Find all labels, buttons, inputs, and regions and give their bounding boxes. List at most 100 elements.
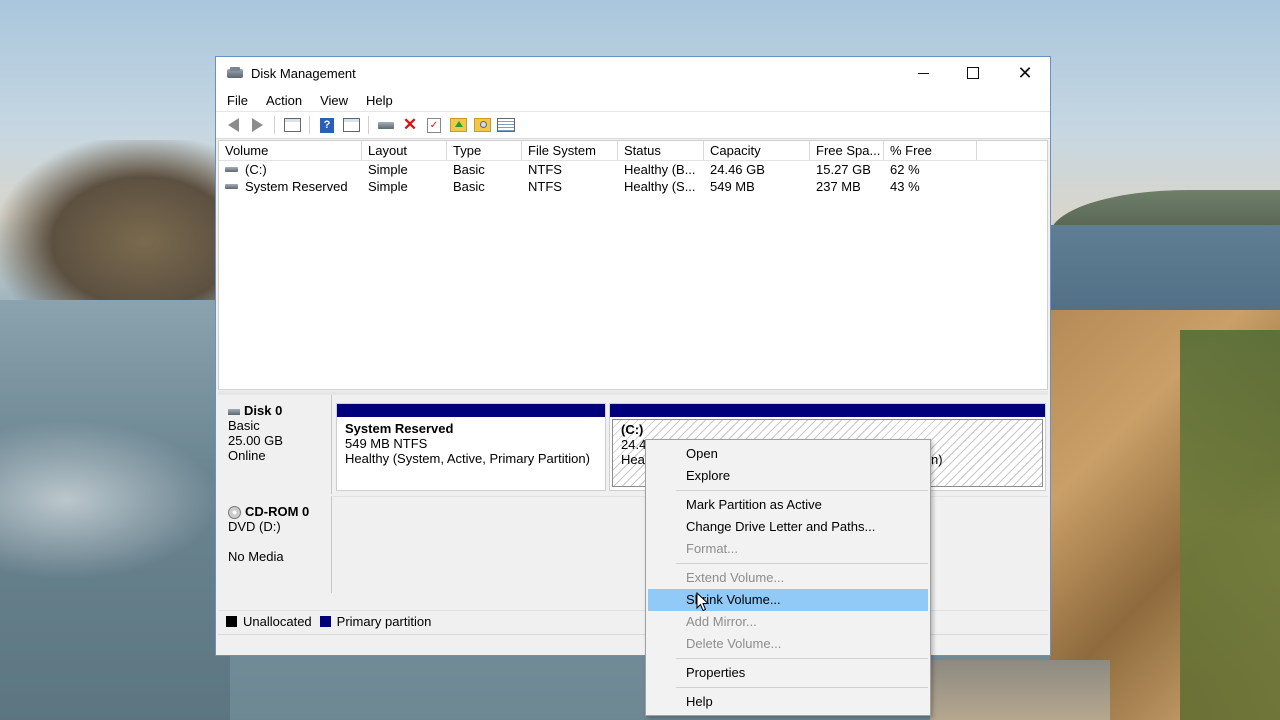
scenery-vegetation [1180,330,1280,720]
menu-item-mark-partition-active[interactable]: Mark Partition as Active [648,494,928,516]
cell-capacity: 549 MB [710,179,755,194]
partition-status-tail: n) [931,452,943,467]
table-row[interactable]: System Reserved Simple Basic NTFS Health… [219,178,1047,195]
cdrom-icon [228,506,241,520]
volume-list-header: Volume Layout Type File System Status Ca… [219,141,1047,161]
connect-drive-icon [378,121,394,129]
checkmark-icon: ✓ [427,117,441,133]
menu-separator [676,490,928,491]
cell-capacity: 24.46 GB [710,162,765,177]
column-header-layout[interactable]: Layout [362,141,447,160]
menu-item-change-drive-letter[interactable]: Change Drive Letter and Paths... [648,516,928,538]
menu-item-extend-volume: Extend Volume... [686,570,785,585]
column-header-capacity[interactable]: Capacity [704,141,810,160]
show-hide-console-tree-button[interactable] [283,116,301,134]
cdrom-0-type: DVD (D:) [228,519,281,535]
volume-list: Volume Layout Type File System Status Ca… [218,140,1048,390]
maximize-button[interactable] [950,57,996,89]
cell-layout: Simple [368,162,408,177]
menu-item-open[interactable]: Open [648,443,928,465]
cell-free-space: 237 MB [816,179,861,194]
cell-type: Basic [453,162,485,177]
disk-0-state: Online [228,448,266,463]
legend-unallocated: Unallocated [243,614,312,629]
column-header-volume[interactable]: Volume [219,141,362,160]
partition-context-menu: Open Explore Mark Partition as Active Ch… [645,439,931,716]
console-button[interactable] [342,116,360,134]
folder-search-icon [473,118,491,132]
folder-search-button[interactable] [473,116,491,134]
console-tree-icon [283,118,301,132]
menu-file[interactable]: File [216,93,255,108]
cdrom-0-name: CD-ROM 0 [245,504,310,519]
disk-0-size: 25.00 GB [228,433,283,448]
cell-volume: System Reserved [219,178,362,195]
cell-volume: (C:) [219,161,362,178]
connect-drive-button[interactable] [377,116,395,134]
toolbar-separator [274,116,275,134]
scenery-foam [0,420,220,580]
cell-file-system: NTFS [528,162,562,177]
cell-file-system: NTFS [528,179,562,194]
column-header-status[interactable]: Status [618,141,704,160]
menu-item-properties[interactable]: Properties [648,662,928,684]
minimize-button[interactable] [900,57,946,89]
disk-0-type: Basic [228,418,260,433]
title-bar[interactable]: Disk Management ✕ [216,57,1050,89]
menu-item-explore[interactable]: Explore [648,465,928,487]
cell-status: Healthy (B... [624,162,696,177]
delete-icon: ✕ [402,115,418,134]
close-button[interactable]: ✕ [1002,57,1048,89]
legend-primary-partition: Primary partition [336,614,432,629]
volume-name: System Reserved [245,179,348,194]
cell-free-space: 15.27 GB [816,162,871,177]
menu-item-shrink-volume[interactable]: Shrink Volume... [648,589,928,611]
back-button[interactable] [224,116,242,134]
toolbar-separator [368,116,369,134]
partition-system-reserved[interactable]: System Reserved 549 MB NTFS Healthy (Sys… [336,403,606,491]
partition-detail: 549 MB NTFS [345,436,428,451]
disk-0-name: Disk 0 [244,403,283,418]
partition-name: System Reserved [345,421,454,436]
table-row[interactable]: (C:) Simple Basic NTFS Healthy (B... 24.… [219,161,1047,178]
scenery-beach [930,660,1110,720]
maximize-icon [967,67,979,79]
primary-partition-swatch [319,616,331,627]
folder-up-button[interactable] [449,116,467,134]
column-header-file-system[interactable]: File System [522,141,618,160]
back-arrow-icon [227,118,239,132]
disk-0-label[interactable]: Disk 0 Basic 25.00 GB Online [218,395,332,494]
menu-item-format: Format... [686,541,739,556]
disk-icon [228,408,240,415]
column-header-type[interactable]: Type [447,141,522,160]
cell-percent-free: 43 % [890,179,920,194]
list-view-button[interactable] [497,116,515,134]
folder-up-icon [449,118,467,132]
menu-action[interactable]: Action [255,93,309,108]
list-view-icon [497,118,515,132]
cdrom-0-state: No Media [228,549,284,565]
forward-button[interactable] [248,116,266,134]
menu-item-delete-volume: Delete Volume... [686,636,782,651]
cell-percent-free: 62 % [890,162,920,177]
menu-separator [676,687,928,688]
cell-layout: Simple [368,179,408,194]
column-header-free-space[interactable]: Free Spa... [810,141,884,160]
console-icon [342,118,360,132]
menu-separator [676,658,928,659]
help-button[interactable]: ? [318,116,336,134]
menu-bar: File Action View Help [216,89,1050,111]
help-icon: ? [320,117,334,133]
delete-button[interactable]: ✕ [401,115,419,134]
column-header-percent-free[interactable]: % Free [884,141,977,160]
window-title: Disk Management [251,65,356,81]
drive-icon [225,184,238,189]
check-button[interactable]: ✓ [425,116,443,134]
drive-icon [225,167,238,172]
toolbar: ? ✕ ✓ [216,111,1050,139]
partition-name: (C:) [621,422,644,437]
cdrom-0-label[interactable]: CD-ROM 0 DVD (D:) No Media [218,496,332,593]
menu-item-help[interactable]: Help [648,691,928,713]
menu-help[interactable]: Help [355,93,400,108]
menu-view[interactable]: View [309,93,355,108]
